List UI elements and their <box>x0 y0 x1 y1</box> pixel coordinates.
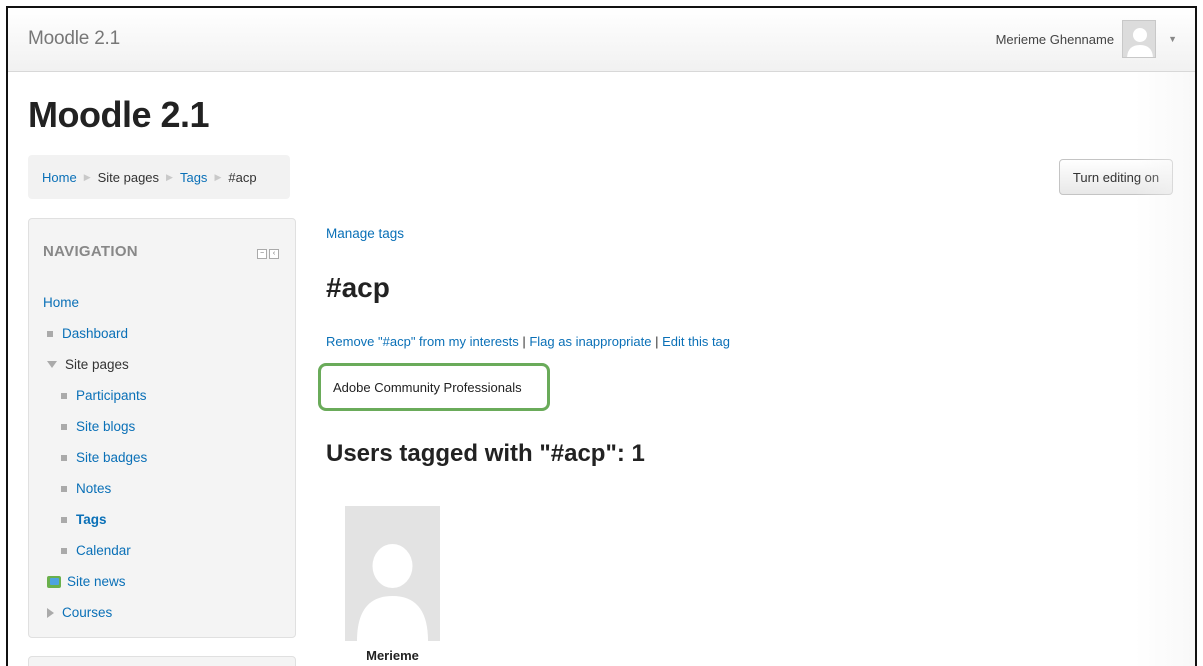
navigation-block-title: NAVIGATION <box>43 243 138 260</box>
nav-link-site-badges[interactable]: Site badges <box>76 450 147 465</box>
user-silhouette-icon <box>357 544 428 641</box>
avatar-silhouette-icon <box>1127 28 1153 57</box>
bullet-icon <box>61 392 67 399</box>
breadcrumb-site-pages: Site pages <box>97 169 160 185</box>
tagged-user-name[interactable]: Merieme <box>345 648 440 663</box>
nav-link-home[interactable]: Home <box>43 295 79 310</box>
nav-label-site-pages[interactable]: Site pages <box>65 357 129 372</box>
bullet-icon <box>61 516 67 523</box>
breadcrumb: Home ▶ Site pages ▶ Tags ▶ #acp <box>28 155 290 199</box>
edit-tag-link[interactable]: Edit this tag <box>662 334 730 349</box>
nav-item-home: Home <box>43 287 147 318</box>
navigation-tree: Home Dashboard Site pages Participants S… <box>43 287 147 628</box>
action-separator: | <box>651 334 663 349</box>
nav-item-dashboard: Dashboard <box>43 318 147 349</box>
bullet-icon <box>47 330 53 337</box>
dock-block-icon[interactable]: ‹ <box>269 249 279 259</box>
bullet-icon <box>61 485 67 492</box>
nav-link-courses[interactable]: Courses <box>62 605 112 620</box>
navigation-block: NAVIGATION − ‹ Home Dashboard Site pages… <box>28 218 296 638</box>
nav-link-participants[interactable]: Participants <box>76 388 147 403</box>
nav-item-site-news: Site news <box>43 566 147 597</box>
user-menu-name[interactable]: Merieme Ghenname <box>996 32 1115 47</box>
nav-link-notes[interactable]: Notes <box>76 481 111 496</box>
tag-description: Adobe Community Professionals <box>318 363 550 411</box>
collapsed-arrow-icon[interactable] <box>47 607 54 618</box>
breadcrumb-separator-icon: ▶ <box>214 171 222 182</box>
nav-item-participants: Participants <box>43 380 147 411</box>
bullet-icon <box>61 423 67 430</box>
user-menu[interactable]: Merieme Ghenname ▼ <box>996 20 1177 58</box>
user-avatar[interactable] <box>1122 20 1157 58</box>
nav-link-site-news[interactable]: Site news <box>67 574 126 589</box>
chevron-down-icon[interactable]: ▼ <box>1168 34 1177 44</box>
tag-actions: Remove "#acp" from my interests | Flag a… <box>326 334 730 349</box>
nav-item-site-blogs: Site blogs <box>43 411 147 442</box>
nav-link-calendar[interactable]: Calendar <box>76 543 131 558</box>
browser-frame: Moodle 2.1 Merieme Ghenname ▼ Moodle 2.1… <box>6 6 1197 666</box>
breadcrumb-separator-icon: ▶ <box>83 171 91 182</box>
collapse-block-icon[interactable]: − <box>257 249 267 259</box>
breadcrumb-home[interactable]: Home <box>42 170 77 185</box>
forum-icon <box>47 575 61 588</box>
action-separator: | <box>518 334 530 349</box>
nav-item-calendar: Calendar <box>43 535 147 566</box>
breadcrumb-separator-icon: ▶ <box>166 171 173 182</box>
nav-item-tags: Tags <box>43 504 147 535</box>
nav-item-site-badges: Site badges <box>43 442 147 473</box>
nav-link-dashboard[interactable]: Dashboard <box>62 326 128 341</box>
page-title: Moodle 2.1 <box>28 94 210 135</box>
remove-interest-link[interactable]: Remove "#acp" from my interests <box>326 334 519 349</box>
manage-tags-link[interactable]: Manage tags <box>326 226 404 241</box>
secondary-block <box>28 656 296 666</box>
breadcrumb-current: #acp <box>228 169 257 185</box>
nav-link-site-blogs[interactable]: Site blogs <box>76 419 135 434</box>
nav-item-notes: Notes <box>43 473 147 504</box>
bullet-icon <box>61 454 67 461</box>
bullet-icon <box>61 547 67 554</box>
user-picture[interactable] <box>345 506 440 641</box>
flag-inappropriate-link[interactable]: Flag as inappropriate <box>529 334 651 349</box>
users-tagged-heading: Users tagged with "#acp": 1 <box>326 440 645 467</box>
nav-item-courses[interactable]: Courses <box>43 597 147 628</box>
nav-item-site-pages[interactable]: Site pages <box>43 349 147 380</box>
tag-title: #acp <box>326 272 390 303</box>
expanded-arrow-icon[interactable] <box>47 361 57 368</box>
nav-link-tags[interactable]: Tags <box>76 512 107 527</box>
top-navbar: Moodle 2.1 Merieme Ghenname ▼ <box>8 8 1195 72</box>
breadcrumb-tags[interactable]: Tags <box>180 170 207 185</box>
site-brand[interactable]: Moodle 2.1 <box>28 28 120 50</box>
block-controls: − ‹ <box>257 249 279 259</box>
right-edge-shade <box>1135 72 1195 666</box>
